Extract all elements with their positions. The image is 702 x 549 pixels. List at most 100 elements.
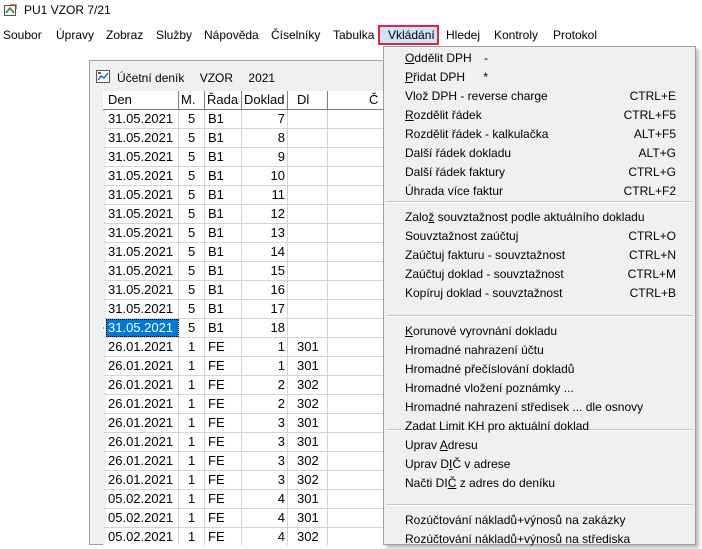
cell-dl[interactable]: 302 (288, 528, 328, 545)
table-row[interactable]: 05.02.2021 1 FE 4 301 (103, 509, 387, 528)
menu-item[interactable]: Hromadné vložení poznámky ... (384, 379, 695, 398)
table-row[interactable]: 26.01.2021 1 FE 3 301 (103, 433, 387, 452)
cell-dl[interactable]: 301 (288, 509, 328, 527)
cell-rada[interactable]: FE (205, 433, 242, 451)
cell-doklad[interactable]: 8 (242, 129, 288, 147)
menu-hledej[interactable]: Hledej (446, 27, 480, 43)
cell-m[interactable]: 5 (179, 167, 205, 185)
cell-m[interactable]: 1 (179, 414, 205, 432)
cell-rada[interactable]: B1 (205, 167, 242, 185)
cell-rada[interactable]: FE (205, 528, 242, 545)
menu-zobraz[interactable]: Zobraz (106, 27, 143, 43)
cell-rest[interactable] (328, 338, 387, 356)
cell-dl[interactable]: 302 (288, 395, 328, 413)
cell-doklad[interactable]: 17 (242, 300, 288, 318)
cell-m[interactable]: 1 (179, 490, 205, 508)
cell-m[interactable]: 5 (179, 319, 205, 337)
cell-dl[interactable] (288, 167, 328, 185)
cell-doklad[interactable]: 1 (242, 357, 288, 375)
menu-item[interactable]: Načti DIČ z adres do deníku (384, 474, 695, 493)
cell-m[interactable]: 1 (179, 395, 205, 413)
table-row[interactable]: 31.05.2021 5 B1 8 (103, 129, 387, 148)
cell-dl[interactable] (288, 129, 328, 147)
cell-dl[interactable] (288, 262, 328, 280)
cell-doklad[interactable]: 4 (242, 528, 288, 545)
menu-item[interactable]: Úhrada více faktur CTRL+F2 (384, 182, 695, 201)
cell-den[interactable]: 31.05.2021 (106, 148, 179, 166)
menu-item[interactable]: Oddělit DPH - (384, 49, 695, 68)
menu-kontroly[interactable]: Kontroly (494, 27, 538, 43)
cell-rest[interactable] (328, 110, 387, 128)
cell-m[interactable]: 1 (179, 433, 205, 451)
cell-doklad[interactable]: 15 (242, 262, 288, 280)
cell-den[interactable]: 31.05.2021 (106, 167, 179, 185)
menu-sluzby[interactable]: Služby (156, 27, 192, 43)
table-row[interactable]: 31.05.2021 5 B1 7 (103, 110, 387, 129)
cell-den[interactable]: 05.02.2021 (106, 528, 179, 545)
cell-den[interactable]: 31.05.2021 (106, 224, 179, 242)
menu-item[interactable]: Uprav Adresu (384, 436, 695, 455)
menu-item[interactable]: Zadat Limit KH pro aktuální doklad (384, 417, 695, 436)
cell-dl[interactable]: 301 (288, 490, 328, 508)
cell-dl[interactable]: 302 (288, 376, 328, 394)
cell-rest[interactable] (328, 509, 387, 527)
subwindow-title-bar[interactable]: Účetní deník VZOR 2021 (90, 61, 390, 89)
col-header-m[interactable]: M. (179, 91, 205, 109)
cell-dl[interactable]: 302 (288, 452, 328, 470)
cell-rada[interactable]: B1 (205, 319, 242, 337)
menu-item[interactable]: Rozúčtování nákladů+výnosů na střediska (384, 530, 695, 549)
cell-rada[interactable]: B1 (205, 205, 242, 223)
cell-rest[interactable] (328, 528, 387, 545)
table-row[interactable]: 31.05.2021 5 B1 9 (103, 148, 387, 167)
cell-rada[interactable]: B1 (205, 224, 242, 242)
cell-m[interactable]: 5 (179, 110, 205, 128)
cell-doklad[interactable]: 18 (242, 319, 288, 337)
cell-rest[interactable] (328, 300, 387, 318)
cell-rest[interactable] (328, 186, 387, 204)
cell-dl[interactable] (288, 186, 328, 204)
cell-m[interactable]: 5 (179, 205, 205, 223)
cell-rada[interactable]: B1 (205, 300, 242, 318)
menu-item[interactable]: Další řádek faktury CTRL+G (384, 163, 695, 182)
cell-rest[interactable] (328, 224, 387, 242)
table-row[interactable]: 05.02.2021 1 FE 4 301 (103, 490, 387, 509)
cell-doklad[interactable]: 14 (242, 243, 288, 261)
cell-m[interactable]: 1 (179, 471, 205, 489)
cell-m[interactable]: 1 (179, 452, 205, 470)
cell-doklad[interactable]: 12 (242, 205, 288, 223)
cell-doklad[interactable]: 3 (242, 414, 288, 432)
cell-den[interactable]: 31.05.2021 (106, 110, 179, 128)
cell-rada[interactable]: FE (205, 357, 242, 375)
cell-den[interactable]: 31.05.2021 (106, 205, 179, 223)
cell-den[interactable]: 26.01.2021 (106, 395, 179, 413)
cell-rest[interactable] (328, 414, 387, 432)
cell-rest[interactable] (328, 471, 387, 489)
menu-item[interactable]: Rozdělit řádek CTRL+F5 (384, 106, 695, 125)
menu-item[interactable]: Hromadné přečíslování dokladů (384, 360, 695, 379)
cell-m[interactable]: 5 (179, 281, 205, 299)
cell-rest[interactable] (328, 281, 387, 299)
menu-item[interactable]: Kopíruj doklad - souvztažnost CTRL+B (384, 284, 695, 303)
cell-rada[interactable]: B1 (205, 281, 242, 299)
menu-vkladani[interactable]: Vkládání (388, 27, 435, 43)
cell-rada[interactable]: B1 (205, 148, 242, 166)
col-header-dl[interactable]: Dl (288, 91, 328, 109)
cell-doklad[interactable]: 13 (242, 224, 288, 242)
cell-dl[interactable]: 301 (288, 357, 328, 375)
cell-doklad[interactable]: 7 (242, 110, 288, 128)
cell-doklad[interactable]: 11 (242, 186, 288, 204)
cell-m[interactable]: 5 (179, 224, 205, 242)
cell-m[interactable]: 1 (179, 357, 205, 375)
cell-doklad[interactable]: 4 (242, 490, 288, 508)
cell-den[interactable]: 26.01.2021 (106, 376, 179, 394)
table-row[interactable]: 31.05.2021 5 B1 15 (103, 262, 387, 281)
menu-upravy[interactable]: Úpravy (56, 27, 94, 43)
cell-rada[interactable]: FE (205, 414, 242, 432)
table-row[interactable]: 31.05.2021 5 B1 17 (103, 300, 387, 319)
cell-doklad[interactable]: 4 (242, 509, 288, 527)
cell-rest[interactable] (328, 262, 387, 280)
cell-doklad[interactable]: 16 (242, 281, 288, 299)
cell-dl[interactable]: 301 (288, 433, 328, 451)
cell-dl[interactable] (288, 110, 328, 128)
table-row[interactable]: 26.01.2021 1 FE 2 302 (103, 395, 387, 414)
